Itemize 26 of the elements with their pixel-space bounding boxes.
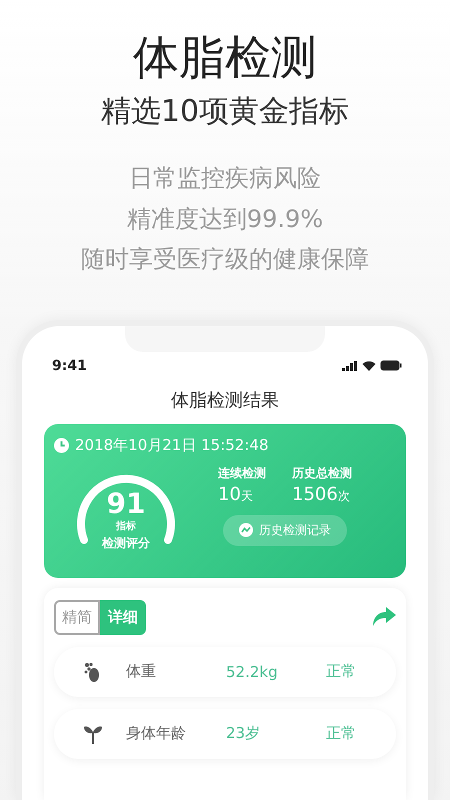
datetime-text: 2018年10月21日 15:52:48 — [75, 436, 268, 454]
subtitle: 精选10项黄金指标 — [100, 93, 350, 131]
feature-text: 日常监控疾病风险 — [129, 163, 321, 194]
metric-name: 体重 — [126, 662, 157, 681]
view-tab[interactable]: 详细 — [100, 600, 146, 634]
score-unit: 指标 — [116, 520, 136, 532]
metric-value: 52.2kg — [226, 662, 279, 680]
score-label: 检测评分 — [102, 534, 150, 552]
screen-title: 体脂检测结果 — [171, 388, 279, 412]
score-value: 91 — [106, 488, 146, 518]
feature-text: 随时享受医疗级的健康保障 — [81, 244, 369, 275]
metric-row[interactable]: 体重 52.2kg 正常 — [54, 646, 396, 696]
stat-label: 连续检测 — [218, 464, 266, 482]
metric-value: 23岁 — [226, 724, 262, 743]
stat-label: 历史总检测 — [292, 464, 352, 482]
metric-status: 正常 — [326, 662, 356, 681]
stat-value: 10天 — [218, 484, 254, 504]
headline: 体脂检测 — [133, 29, 317, 86]
history-button[interactable]: 历史检测记录 — [223, 514, 347, 546]
metric-row[interactable]: 身体年龄 23岁 正常 — [54, 708, 396, 758]
view-tab[interactable]: 精简 — [54, 600, 100, 634]
feature-text: 精准度达到99.9% — [126, 204, 324, 234]
status-time: 9:41 — [52, 358, 87, 374]
metric-status: 正常 — [326, 724, 356, 743]
metric-name: 身体年龄 — [126, 724, 187, 743]
stat-value: 1506次 — [292, 484, 351, 504]
